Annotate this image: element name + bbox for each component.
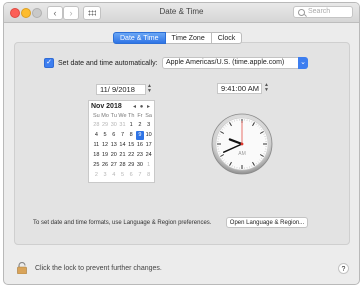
- calendar-day[interactable]: 1: [144, 161, 153, 170]
- date-stepper[interactable]: ▲ ▼: [147, 84, 152, 95]
- calendar-weekday: Sa: [145, 113, 152, 119]
- calendar-day[interactable]: 4: [109, 171, 118, 180]
- formats-note: To set date and time formats, use Langua…: [33, 220, 212, 226]
- calendar-day[interactable]: 18: [92, 151, 101, 160]
- calendar-day[interactable]: 19: [101, 151, 110, 160]
- time-stepper[interactable]: ▲ ▼: [264, 83, 269, 94]
- calendar-day[interactable]: 23: [136, 151, 145, 160]
- calendar-day[interactable]: 8: [127, 131, 136, 140]
- date-field[interactable]: 11/ 9/2018: [96, 84, 146, 95]
- time-server-value: Apple Americas/U.S. (time.apple.com): [166, 59, 285, 66]
- calendar-day[interactable]: 5: [101, 131, 110, 140]
- calendar-day[interactable]: 14: [118, 141, 127, 150]
- calendar-day[interactable]: 31: [118, 121, 127, 130]
- calendar-day[interactable]: 21: [118, 151, 127, 160]
- auto-time-row: ✓ Set date and time automatically:: [44, 58, 158, 68]
- lock-message: Click the lock to prevent further change…: [35, 265, 162, 272]
- calendar-day[interactable]: 11: [92, 141, 101, 150]
- calendar-day[interactable]: 4: [92, 131, 101, 140]
- calendar-weekday: We: [118, 113, 127, 119]
- help-button[interactable]: ?: [338, 263, 349, 274]
- dropdown-arrow-icon: ⌄: [298, 57, 308, 69]
- settings-panel: [14, 42, 350, 245]
- calendar-weekday: Mo: [101, 113, 109, 119]
- time-field[interactable]: 9:41:00 AM: [217, 83, 262, 94]
- calendar-day[interactable]: 7: [118, 131, 127, 140]
- auto-time-label: Set date and time automatically:: [58, 59, 158, 67]
- calendar-day[interactable]: 29: [101, 121, 110, 130]
- calendar-day[interactable]: 2: [92, 171, 101, 180]
- time-server-select[interactable]: Apple Americas/U.S. (time.apple.com) ⌄: [162, 57, 308, 69]
- calendar-day[interactable]: 16: [136, 141, 145, 150]
- calendar-month: Nov 2018: [91, 103, 122, 110]
- calendar-day[interactable]: 30: [109, 121, 118, 130]
- search-input[interactable]: Search: [293, 6, 353, 18]
- calendar-day[interactable]: 1: [127, 121, 136, 130]
- tab-time-zone[interactable]: Time Zone: [165, 32, 212, 44]
- calendar-weekday: Su: [92, 113, 100, 119]
- calendar-weekday: Tu: [110, 113, 117, 119]
- calendar-day[interactable]: 26: [101, 161, 110, 170]
- calendar-day[interactable]: 8: [144, 171, 153, 180]
- auto-time-checkbox[interactable]: ✓: [44, 58, 54, 68]
- calendar-day[interactable]: 15: [127, 141, 136, 150]
- clock-center: [240, 142, 244, 146]
- calendar-day[interactable]: 7: [136, 171, 145, 180]
- lock-icon[interactable]: [16, 262, 28, 274]
- calendar-day[interactable]: 6: [109, 131, 118, 140]
- analog-clock: AM: [211, 113, 273, 175]
- calendar-day[interactable]: 30: [136, 161, 145, 170]
- calendar-day[interactable]: 2: [136, 121, 145, 130]
- calendar-day[interactable]: 5: [118, 171, 127, 180]
- calendar-day[interactable]: 27: [109, 161, 118, 170]
- calendar-nav[interactable]: ◂ ● ▸: [133, 103, 151, 110]
- calendar: Nov 2018 ◂ ● ▸ Su Mo Tu We Th Fr Sa 28 29 30 31 1 2 3…: [88, 100, 155, 183]
- tab-date-time[interactable]: Date & Time: [113, 32, 166, 44]
- calendar-weekday: Th: [127, 113, 135, 119]
- search-placeholder: Search: [308, 8, 331, 15]
- calendar-day[interactable]: 3: [101, 171, 110, 180]
- tab-clock[interactable]: Clock: [211, 32, 243, 44]
- calendar-day[interactable]: 13: [109, 141, 118, 150]
- open-language-region-button[interactable]: Open Language & Region...: [226, 217, 308, 228]
- calendar-day[interactable]: 17: [144, 141, 153, 150]
- title-bar: ‹ › Date & Time Search: [4, 3, 359, 23]
- search-icon: [298, 9, 305, 16]
- calendar-day[interactable]: 22: [127, 151, 136, 160]
- calendar-grid: Su Mo Tu We Th Fr Sa 28 29 30 31 1 2 3 4 5 6 7 8 9 10 11 12 13 1…: [92, 112, 153, 180]
- clock-ampm: AM: [238, 151, 246, 157]
- calendar-day-selected[interactable]: 9: [135, 131, 145, 140]
- calendar-day[interactable]: 20: [109, 151, 118, 160]
- calendar-day[interactable]: 29: [127, 161, 136, 170]
- checkmark-icon: ✓: [46, 59, 52, 66]
- calendar-day[interactable]: 25: [92, 161, 101, 170]
- calendar-day[interactable]: 10: [144, 131, 153, 140]
- tab-bar: Date & Time Time Zone Clock: [113, 32, 243, 44]
- calendar-day[interactable]: 3: [144, 121, 153, 130]
- calendar-day[interactable]: 12: [101, 141, 110, 150]
- calendar-day[interactable]: 24: [144, 151, 153, 160]
- calendar-day[interactable]: 28: [118, 161, 127, 170]
- calendar-weekday: Fr: [137, 113, 143, 119]
- calendar-day[interactable]: 6: [127, 171, 136, 180]
- calendar-day[interactable]: 28: [92, 121, 101, 130]
